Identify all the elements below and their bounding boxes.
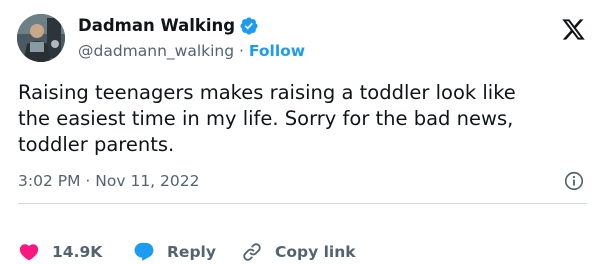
- display-name[interactable]: Dadman Walking: [78, 15, 235, 37]
- divider: [18, 203, 587, 204]
- timestamp[interactable]: 3:02 PM · Nov 11, 2022: [18, 170, 199, 192]
- copy-link-button[interactable]: Copy link: [241, 240, 356, 264]
- avatar[interactable]: [17, 14, 65, 62]
- info-icon[interactable]: [563, 170, 585, 192]
- verified-badge-icon: [240, 17, 258, 35]
- follow-button[interactable]: Follow: [249, 42, 305, 60]
- tweet-text: Raising teenagers makes raising a toddle…: [18, 81, 516, 156]
- avatar-image: [17, 14, 65, 62]
- link-icon: [243, 243, 261, 261]
- x-logo-icon[interactable]: [560, 17, 587, 42]
- tweet-date: Nov 11, 2022: [95, 172, 200, 190]
- author-name-row: Dadman Walking: [78, 15, 259, 37]
- tweet-time: 3:02 PM: [18, 172, 81, 190]
- heart-icon: [19, 244, 39, 261]
- handle[interactable]: @dadmann_walking: [78, 42, 234, 60]
- reply-label: Reply: [167, 243, 216, 261]
- copy-link-label: Copy link: [275, 243, 356, 261]
- handle-row: @dadmann_walking · Follow: [78, 40, 305, 62]
- handle-separator: ·: [239, 42, 244, 60]
- like-button[interactable]: 14.9K: [18, 240, 102, 264]
- tweet-card: Dadman Walking @dadmann_walking · Follow…: [0, 0, 605, 261]
- likes-count: 14.9K: [52, 243, 103, 261]
- reply-button[interactable]: Reply: [133, 240, 216, 264]
- reply-bubble-icon: [134, 242, 154, 261]
- timestamp-separator: ·: [85, 172, 91, 190]
